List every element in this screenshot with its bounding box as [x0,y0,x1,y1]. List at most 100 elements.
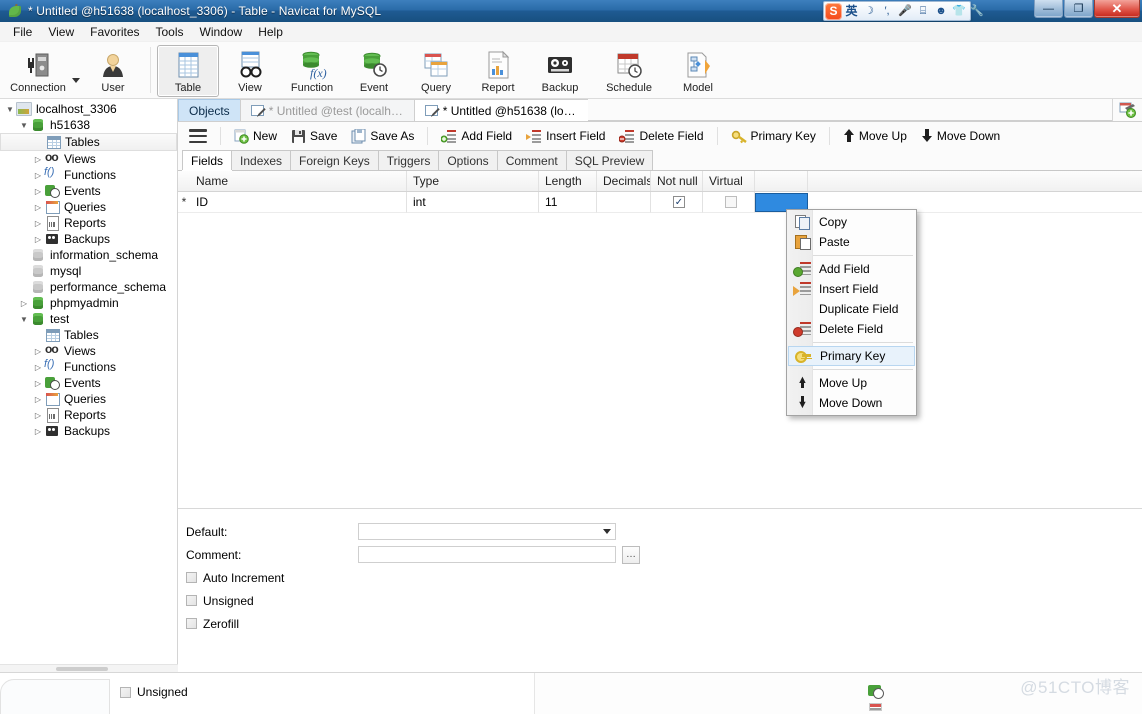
maximize-button[interactable]: ❐ [1064,0,1093,18]
new-tab-button[interactable] [1112,99,1142,121]
add-field-button[interactable]: Add Field [434,125,519,148]
unsigned-row[interactable]: Unsigned [186,589,1142,612]
menu-view[interactable]: View [41,23,81,41]
report-button[interactable]: Report [467,45,529,97]
tree-expander-icon[interactable]: ▷ [32,347,44,356]
tree-item-information-schema[interactable]: information_schema [0,247,177,263]
tree-item-views[interactable]: ▷ Views [0,342,177,359]
tree-expander-icon[interactable]: ▼ [18,315,30,324]
column-header-length[interactable]: Length [539,171,597,191]
tree-item-backups[interactable]: ▷ Backups [0,231,177,247]
move-up-button[interactable]: Move Up [836,125,914,147]
context-menu-item-move-down[interactable]: Move Down [787,393,916,413]
tree-item-localhost-3306[interactable]: ▼ localhost_3306 [0,101,177,117]
tree-expander-icon[interactable]: ▷ [32,395,44,404]
auto-increment-row[interactable]: Auto Increment [186,566,1142,589]
field-context-menu[interactable]: Copy Paste Add Field Insert Field Duplicate … [786,209,917,416]
sub-tab-fields[interactable]: Fields [182,150,233,170]
skin-icon[interactable]: 👕 [951,5,967,17]
virtual-checkbox[interactable] [725,196,737,208]
unsigned-checkbox[interactable] [186,595,197,606]
tree-expander-icon[interactable]: ▷ [32,363,44,372]
menu-help[interactable]: Help [251,23,290,41]
tree-expander-icon[interactable]: ▼ [4,105,16,114]
user-icon[interactable]: ☻ [933,5,949,17]
tree-item-phpmyadmin[interactable]: ▷ phpmyadmin [0,295,177,311]
tab-untitled-test[interactable]: * Untitled @test (localhost_3... [239,99,415,121]
tree-item-h51638[interactable]: ▼ h51638 [0,117,177,133]
context-menu-item-delete-field[interactable]: Delete Field [787,319,916,339]
model-button[interactable]: Model [667,45,729,97]
tree-item-events[interactable]: ▷ Events [0,375,177,391]
backup-button[interactable]: Backup [529,45,591,97]
table-button[interactable]: Table [157,45,219,97]
tree-item-test[interactable]: ▼ test [0,311,177,327]
primary-key-button[interactable]: Primary Key [724,125,823,148]
tree-expander-icon[interactable]: ▷ [32,235,44,244]
tools-icon[interactable]: 🔧 [969,5,985,17]
context-menu-item-add-field[interactable]: Add Field [787,259,916,279]
save-as-button[interactable]: Save As [344,125,421,148]
auto-increment-checkbox[interactable] [186,572,197,583]
schedule-button[interactable]: Schedule [591,45,667,97]
sogou-logo-icon[interactable]: S [825,2,842,20]
tree-item-tables[interactable]: Tables [0,133,177,151]
tree-expander-icon[interactable]: ▷ [32,171,44,180]
column-header-virtual[interactable]: Virtual [703,171,755,191]
tree-item-backups[interactable]: ▷ Backups [0,423,177,439]
tree-expander-icon[interactable]: ▷ [32,203,44,212]
insert-field-button[interactable]: Insert Field [519,125,612,148]
context-menu-item-paste[interactable]: Paste [787,232,916,252]
cell-field-not-null[interactable]: ✓ [651,192,703,213]
not-null-checkbox[interactable]: ✓ [673,196,685,208]
tree-horizontal-scrollbar[interactable] [0,664,178,672]
tree-expander-icon[interactable]: ▷ [32,155,44,164]
menu-favorites[interactable]: Favorites [83,23,146,41]
query-button[interactable]: Query [405,45,467,97]
column-header-decimals[interactable]: Decimals [597,171,651,191]
tree-expander-icon[interactable]: ▷ [32,411,44,420]
event-button[interactable]: Event [343,45,405,97]
comment-ellipsis-button[interactable]: … [622,545,640,564]
background-unsigned-checkbox-row[interactable]: Unsigned [120,685,188,699]
sub-tab-foreign-keys[interactable]: Foreign Keys [290,150,379,170]
tree-item-events[interactable]: ▷ Events [0,183,177,199]
tree-item-views[interactable]: ▷ Views [0,150,177,167]
chevron-down-icon[interactable] [603,529,611,534]
tree-expander-icon[interactable]: ▷ [32,219,44,228]
tab-objects[interactable]: Objects [178,99,241,121]
punctuation-icon[interactable]: ′, [879,5,895,17]
background-unsigned-checkbox[interactable] [120,686,131,698]
column-header-key[interactable] [755,171,808,191]
tree-item-mysql[interactable]: mysql [0,263,177,279]
cell-field-name[interactable]: ID [190,192,407,213]
close-button[interactable]: ✕ [1094,0,1140,18]
tree-expander-icon[interactable]: ▷ [32,379,44,388]
zerofill-checkbox[interactable] [186,618,197,629]
connection-dropdown-caret-icon[interactable] [72,77,80,83]
tree-expander-icon[interactable]: ▼ [18,121,30,130]
tab-untitled-h51638[interactable]: * Untitled @h51638 (localho... [413,99,589,121]
new-button[interactable]: New [227,125,284,148]
tree-item-queries[interactable]: ▷ Queries [0,391,177,407]
cell-field-length[interactable]: 11 [539,192,597,213]
toolbar-menu-button[interactable] [182,125,214,147]
connection-button[interactable]: Connection [0,45,76,97]
context-menu-item-primary-key[interactable]: Primary Key [788,346,915,366]
save-button[interactable]: Save [284,125,344,148]
menu-window[interactable]: Window [193,23,250,41]
moon-icon[interactable]: ☽ [861,5,877,17]
sub-tab-sql-preview[interactable]: SQL Preview [565,150,654,170]
tree-item-tables[interactable]: Tables [0,327,177,343]
comment-input[interactable] [358,546,616,563]
context-menu-item-insert-field[interactable]: Insert Field [787,279,916,299]
tree-expander-icon[interactable]: ▷ [32,427,44,436]
column-header-type[interactable]: Type [407,171,539,191]
context-menu-item-copy[interactable]: Copy [787,212,916,232]
microphone-icon[interactable]: 🎤 [897,5,913,17]
tree-expander-icon[interactable]: ▷ [32,187,44,196]
column-header-not-null[interactable]: Not null [651,171,703,191]
zerofill-row[interactable]: Zerofill [186,612,1142,635]
delete-field-button[interactable]: Delete Field [612,125,710,148]
sub-tab-comment[interactable]: Comment [496,150,567,170]
